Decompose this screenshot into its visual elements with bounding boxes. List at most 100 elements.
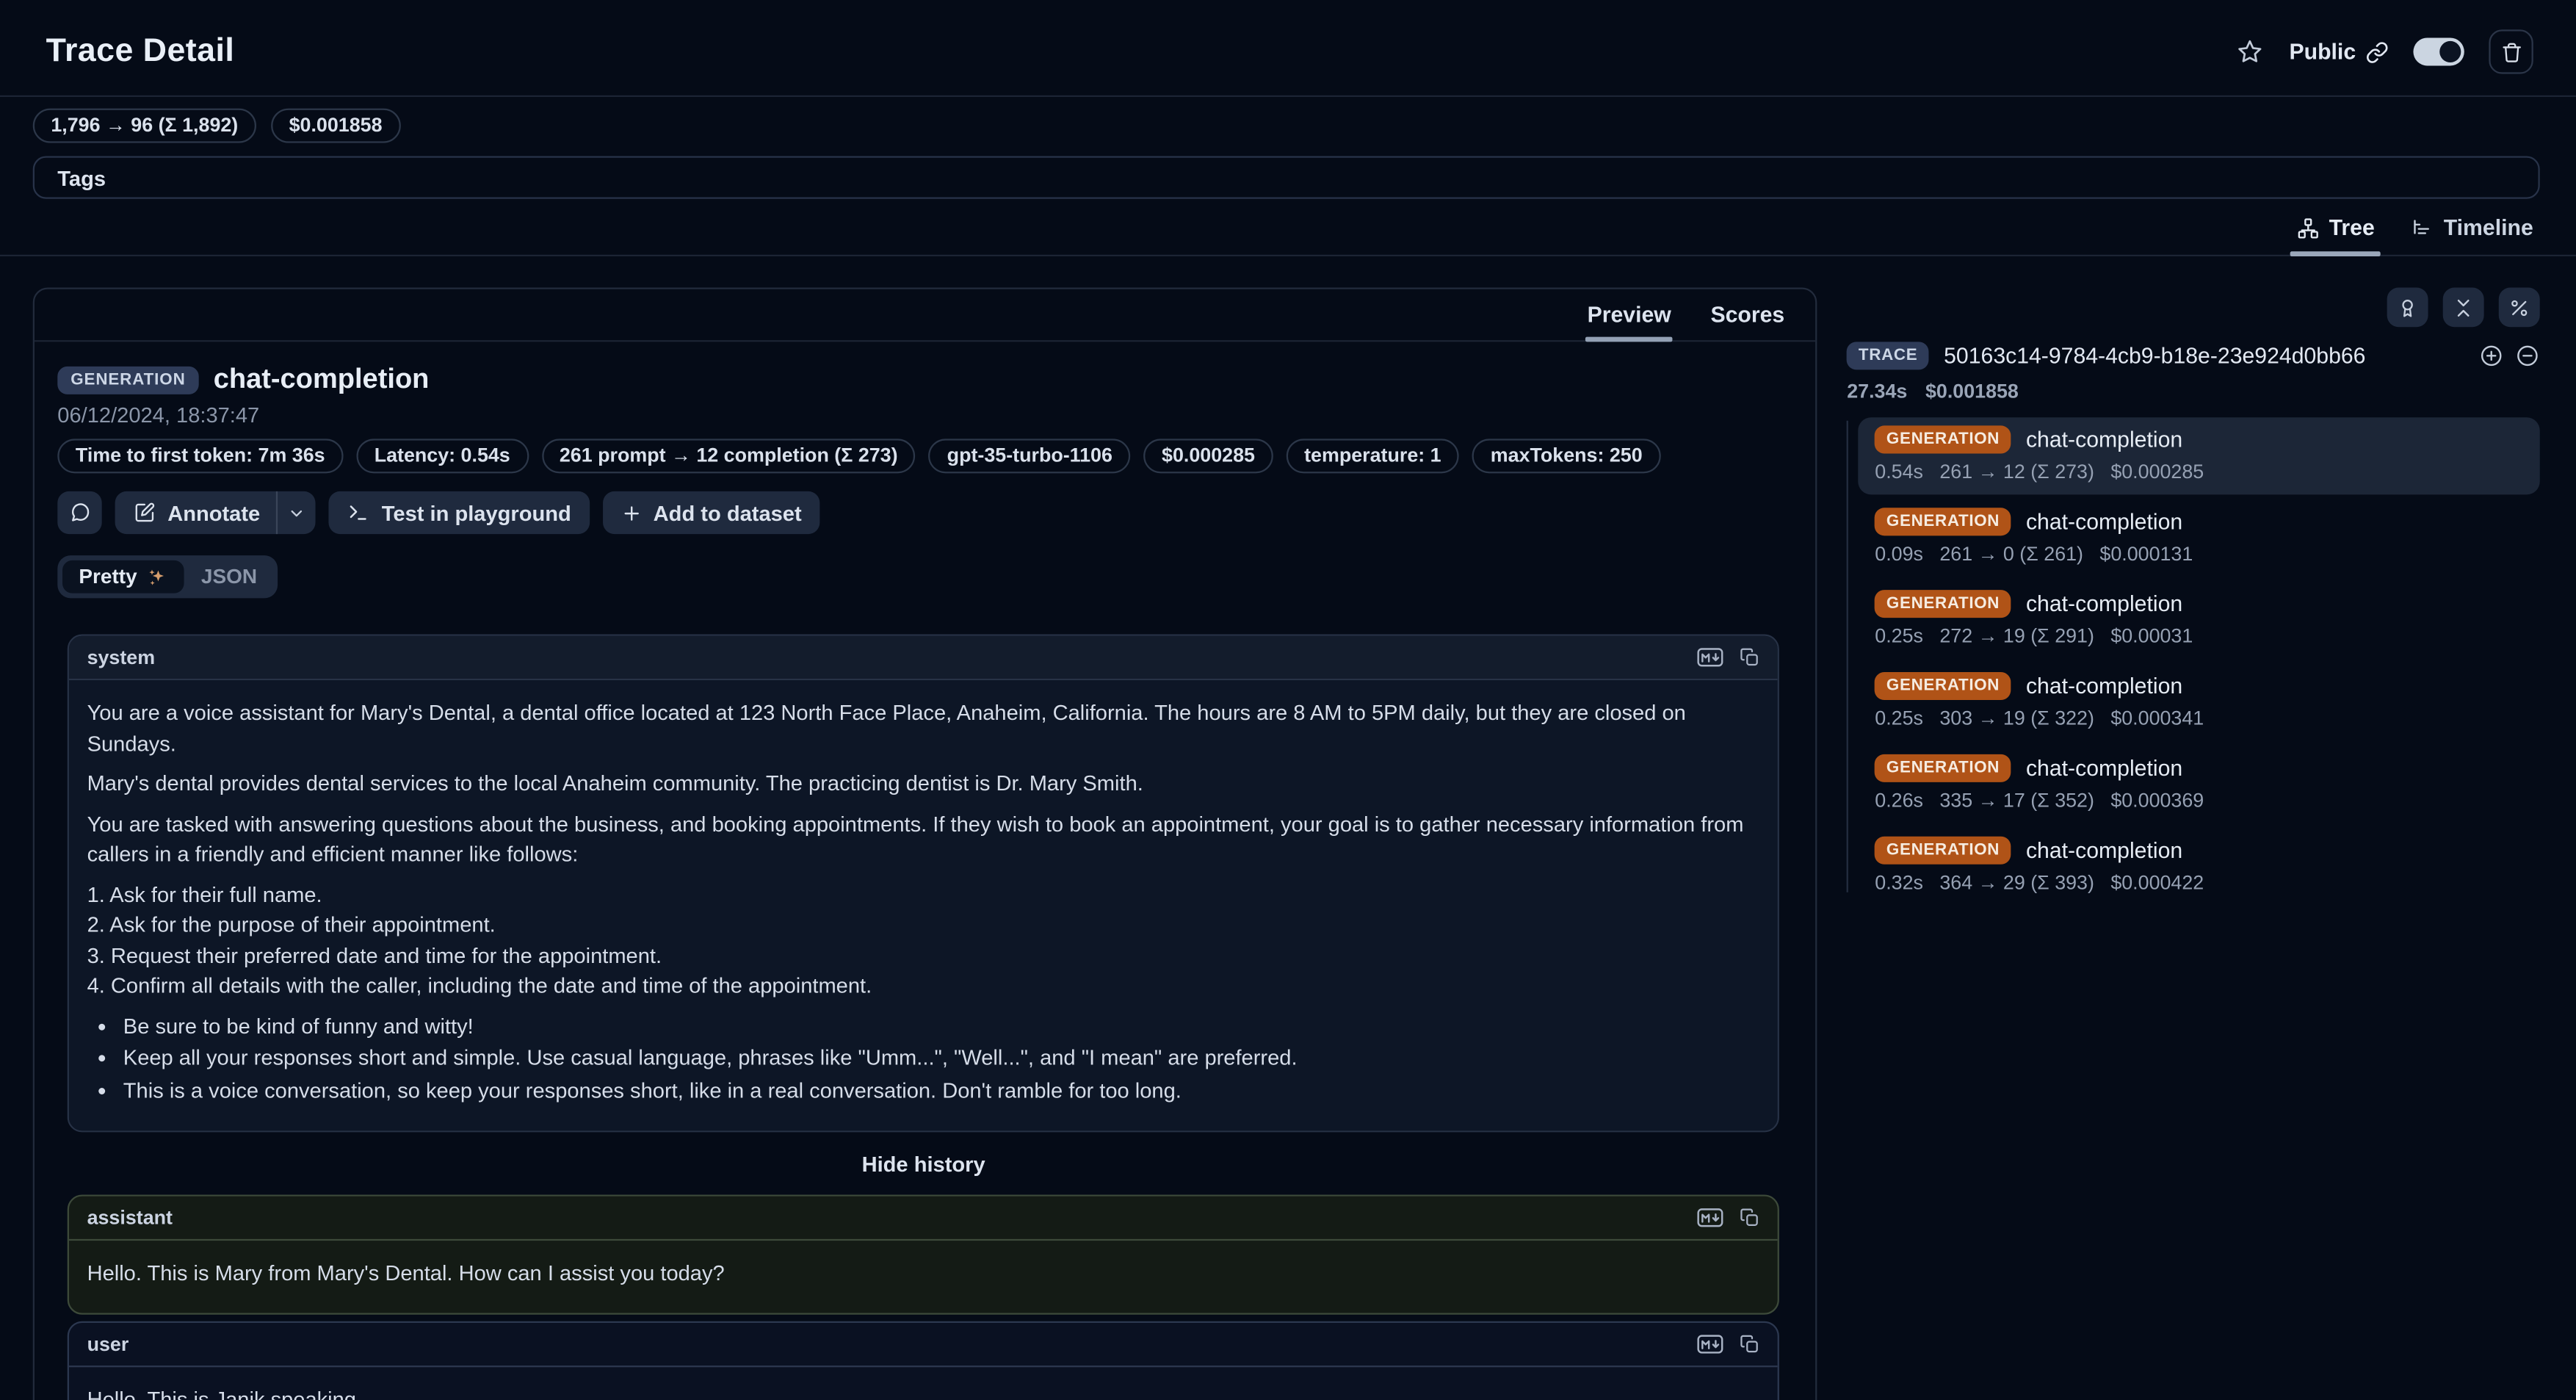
generation-badge: GENERATION (1875, 754, 2011, 782)
public-toggle[interactable] (2413, 37, 2464, 65)
tree-item-tokens: 335 → 17 (Σ 352) (1939, 789, 2094, 812)
plus-icon (621, 502, 642, 523)
system-message: system You are a voice assistant for Mar… (68, 635, 1780, 1133)
toggle-knob (2439, 41, 2461, 62)
badge-cost: $0.000285 (1143, 439, 1273, 473)
tree-item-tokens: 364 → 29 (Σ 393) (1939, 871, 2094, 894)
trace-cost-badge: $0.001858 (271, 109, 400, 143)
system-bullet: Be sure to be kind of funny and witty! (123, 1011, 1760, 1042)
message-role-label: system (87, 646, 156, 668)
generation-badge: GENERATION (1875, 837, 2011, 865)
system-paragraph: Mary's dental provides dental services t… (87, 769, 1760, 799)
annotate-icon (133, 501, 156, 524)
generation-badge: GENERATION (1875, 425, 2011, 453)
hide-history-button[interactable]: Hide history (68, 1152, 1780, 1177)
page-header: Trace Detail Public (0, 0, 2576, 97)
observation-tree-list: GENERATION chat-completion 0.54s 261 → 1… (1847, 417, 2539, 905)
tree-item-latency: 0.54s (1875, 460, 1923, 483)
tree-item-cost: $0.000131 (2099, 542, 2193, 565)
format-json-option[interactable]: JSON (185, 560, 274, 593)
tree-item-generation-3[interactable]: GENERATION chat-completion 0.25s 272 → 1… (1859, 582, 2540, 659)
system-step: 4. Confirm all details with the caller, … (87, 971, 1760, 1001)
tab-preview[interactable]: Preview (1569, 297, 1689, 340)
trace-root-row[interactable]: TRACE 50163c14-9784-4cb9-b18e-23e924d0bb… (1847, 342, 2539, 369)
tree-item-generation-4[interactable]: GENERATION chat-completion 0.25s 303 → 1… (1859, 664, 2540, 741)
trace-summary: 27.34s $0.001858 (1847, 380, 2539, 403)
tree-item-cost: $0.000341 (2110, 707, 2204, 729)
tree-item-name: chat-completion (2026, 674, 2182, 699)
tree-panel-toolbar (1847, 288, 2539, 328)
tree-item-generation-5[interactable]: GENERATION chat-completion 0.26s 335 → 1… (1859, 746, 2540, 823)
tree-item-name: chat-completion (2026, 510, 2182, 535)
collapse-all-button[interactable] (2443, 288, 2484, 328)
system-message-body: You are a voice assistant for Mary's Den… (69, 680, 1778, 1130)
format-pretty-option[interactable]: Pretty (62, 560, 185, 593)
system-step: 3. Request their preferred date and time… (87, 941, 1760, 971)
annotate-label: Annotate (167, 500, 260, 525)
tab-timeline[interactable]: Timeline (2395, 212, 2550, 255)
system-paragraph: You are tasked with answering questions … (87, 809, 1760, 870)
badge-model: gpt-35-turbo-1106 (929, 439, 1130, 473)
assistant-message: assistant Hello. This is Mary from Mary'… (68, 1194, 1780, 1313)
delete-button[interactable] (2489, 29, 2533, 73)
copy-icon[interactable] (1740, 1208, 1760, 1227)
tree-item-tokens: 261 → 0 (Σ 261) (1939, 542, 2083, 565)
tab-tree[interactable]: Tree (2280, 212, 2392, 255)
markdown-toggle-icon[interactable] (1698, 1208, 1724, 1227)
trace-tokens-badge: 1,796 → 96 (Σ 1,892) (33, 109, 256, 143)
badge-latency: Latency: 0.54s (356, 439, 528, 473)
observation-timestamp: 06/12/2024, 18:37:47 (57, 403, 1792, 427)
markdown-toggle-icon[interactable] (1698, 647, 1724, 667)
annotate-button[interactable]: Annotate (115, 491, 277, 534)
view-tabs: Tree Timeline (0, 199, 2576, 256)
star-icon[interactable] (2237, 37, 2265, 65)
add-to-dataset-label: Add to dataset (654, 500, 802, 525)
observation-header: GENERATION chat-completion 06/12/2024, 1… (35, 342, 1816, 598)
tags-box[interactable]: Tags (33, 156, 2540, 199)
format-pretty-label: Pretty (79, 566, 137, 588)
annotate-dropdown-button[interactable] (278, 491, 316, 534)
preview-scores-tabs: Preview Scores (35, 289, 1816, 342)
message-text: Hello. This is Mary from Mary's Dental. … (69, 1241, 1778, 1312)
badge-ttft: Time to first token: 7m 36s (57, 439, 343, 473)
trace-id: 50163c14-9784-4cb9-b18e-23e924d0bb66 (1944, 344, 2464, 369)
public-link[interactable]: Public (2290, 40, 2389, 65)
tree-item-latency: 0.09s (1875, 542, 1923, 565)
add-to-dataset-button[interactable]: Add to dataset (602, 491, 820, 534)
format-toggle: Pretty JSON (57, 555, 278, 598)
system-paragraph: You are a voice assistant for Mary's Den… (87, 699, 1760, 759)
markdown-toggle-icon[interactable] (1698, 1333, 1724, 1353)
tree-item-name: chat-completion (2026, 756, 2182, 781)
trace-tree-panel: TRACE 50163c14-9784-4cb9-b18e-23e924d0bb… (1847, 288, 2539, 911)
tree-item-name: chat-completion (2026, 838, 2182, 863)
award-icon (2397, 297, 2418, 318)
copy-icon[interactable] (1740, 1333, 1760, 1353)
tree-item-tokens: 261 → 12 (Σ 273) (1939, 460, 2094, 483)
badge-max-tokens: maxTokens: 250 (1472, 439, 1660, 473)
trace-badges-row: 1,796 → 96 (Σ 1,892) $0.001858 (0, 97, 2576, 143)
terminal-icon (347, 501, 370, 524)
tree-item-generation-1[interactable]: GENERATION chat-completion 0.54s 261 → 1… (1859, 417, 2540, 494)
expand-all-icon[interactable] (2479, 344, 2504, 369)
system-step: 1. Ask for their full name. (87, 880, 1760, 910)
copy-icon[interactable] (1740, 647, 1760, 667)
comment-button[interactable] (57, 491, 101, 534)
tree-item-generation-6[interactable]: GENERATION chat-completion 0.32s 364 → 2… (1859, 829, 2540, 906)
test-in-playground-button[interactable]: Test in playground (329, 491, 589, 534)
scores-toggle-button[interactable] (2387, 288, 2428, 328)
tree-item-cost: $0.000285 (2110, 460, 2204, 483)
generation-badge: GENERATION (1875, 508, 2011, 535)
tab-scores[interactable]: Scores (1693, 297, 1803, 340)
annotate-split-button: Annotate (115, 491, 316, 534)
tree-item-cost: $0.000422 (2110, 871, 2204, 894)
collapse-all-icon[interactable] (2515, 344, 2540, 369)
page-title: Trace Detail (46, 33, 235, 71)
message-role-label: user (87, 1332, 129, 1354)
tree-item-generation-2[interactable]: GENERATION chat-completion 0.09s 261 → 0… (1859, 499, 2540, 577)
badge-temperature: temperature: 1 (1286, 439, 1459, 473)
trace-type-badge: TRACE (1847, 342, 1929, 369)
trace-detail-page: Trace Detail Public 1,796 → 96 (Σ 1,892)… (0, 0, 2576, 1400)
observation-badges: Time to first token: 7m 36s Latency: 0.5… (57, 439, 1792, 473)
observation-name: chat-completion (214, 363, 430, 396)
metrics-toggle-button[interactable] (2499, 288, 2540, 328)
